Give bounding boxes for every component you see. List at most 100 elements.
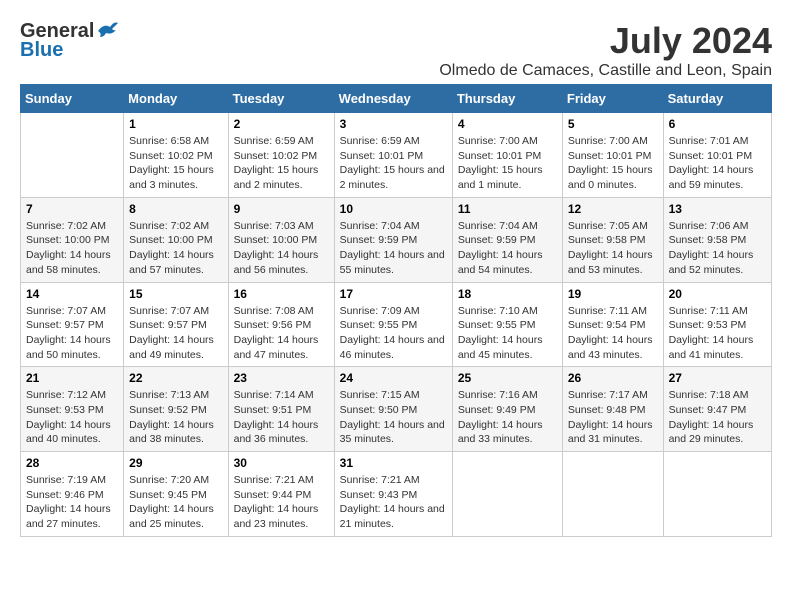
calendar-cell: 27 Sunrise: 7:18 AMSunset: 9:47 PMDaylig… — [663, 367, 771, 452]
calendar-cell: 7 Sunrise: 7:02 AMSunset: 10:00 PMDaylig… — [21, 197, 124, 282]
calendar-cell: 29 Sunrise: 7:20 AMSunset: 9:45 PMDaylig… — [124, 452, 228, 537]
day-number: 13 — [669, 202, 766, 216]
calendar-cell: 11 Sunrise: 7:04 AMSunset: 9:59 PMDaylig… — [452, 197, 562, 282]
calendar-cell: 18 Sunrise: 7:10 AMSunset: 9:55 PMDaylig… — [452, 282, 562, 367]
day-number: 9 — [234, 202, 329, 216]
cell-content: Sunrise: 7:07 AMSunset: 9:57 PMDaylight:… — [26, 304, 118, 363]
cell-content: Sunrise: 7:11 AMSunset: 9:53 PMDaylight:… — [669, 304, 766, 363]
calendar-cell: 24 Sunrise: 7:15 AMSunset: 9:50 PMDaylig… — [334, 367, 452, 452]
week-row-1: 7 Sunrise: 7:02 AMSunset: 10:00 PMDaylig… — [21, 197, 772, 282]
day-number: 30 — [234, 456, 329, 470]
day-number: 2 — [234, 117, 329, 131]
week-row-3: 21 Sunrise: 7:12 AMSunset: 9:53 PMDaylig… — [21, 367, 772, 452]
day-number: 16 — [234, 287, 329, 301]
cell-content: Sunrise: 7:00 AMSunset: 10:01 PMDaylight… — [458, 134, 557, 193]
calendar-cell: 20 Sunrise: 7:11 AMSunset: 9:53 PMDaylig… — [663, 282, 771, 367]
header-friday: Friday — [562, 85, 663, 113]
page-header: General Blue July 2024 Olmedo de Camaces… — [20, 20, 772, 80]
calendar-cell: 16 Sunrise: 7:08 AMSunset: 9:56 PMDaylig… — [228, 282, 334, 367]
cell-content: Sunrise: 7:15 AMSunset: 9:50 PMDaylight:… — [340, 388, 447, 447]
subtitle: Olmedo de Camaces, Castille and Leon, Sp… — [439, 62, 772, 80]
header-row: SundayMondayTuesdayWednesdayThursdayFrid… — [21, 85, 772, 113]
calendar-cell: 26 Sunrise: 7:17 AMSunset: 9:48 PMDaylig… — [562, 367, 663, 452]
day-number: 6 — [669, 117, 766, 131]
day-number: 8 — [129, 202, 222, 216]
day-number: 18 — [458, 287, 557, 301]
day-number: 15 — [129, 287, 222, 301]
cell-content: Sunrise: 7:20 AMSunset: 9:45 PMDaylight:… — [129, 473, 222, 532]
day-number: 29 — [129, 456, 222, 470]
cell-content: Sunrise: 7:01 AMSunset: 10:01 PMDaylight… — [669, 134, 766, 193]
cell-content: Sunrise: 7:17 AMSunset: 9:48 PMDaylight:… — [568, 388, 658, 447]
logo-bird-icon — [96, 21, 118, 39]
day-number: 22 — [129, 371, 222, 385]
day-number: 28 — [26, 456, 118, 470]
calendar-cell: 9 Sunrise: 7:03 AMSunset: 10:00 PMDaylig… — [228, 197, 334, 282]
cell-content: Sunrise: 7:16 AMSunset: 9:49 PMDaylight:… — [458, 388, 557, 447]
calendar-cell — [452, 452, 562, 537]
cell-content: Sunrise: 7:13 AMSunset: 9:52 PMDaylight:… — [129, 388, 222, 447]
calendar-cell: 21 Sunrise: 7:12 AMSunset: 9:53 PMDaylig… — [21, 367, 124, 452]
calendar-table: SundayMondayTuesdayWednesdayThursdayFrid… — [20, 84, 772, 537]
calendar-cell: 22 Sunrise: 7:13 AMSunset: 9:52 PMDaylig… — [124, 367, 228, 452]
calendar-cell: 23 Sunrise: 7:14 AMSunset: 9:51 PMDaylig… — [228, 367, 334, 452]
calendar-cell — [663, 452, 771, 537]
day-number: 31 — [340, 456, 447, 470]
header-thursday: Thursday — [452, 85, 562, 113]
calendar-cell: 1 Sunrise: 6:58 AMSunset: 10:02 PMDaylig… — [124, 113, 228, 198]
main-title: July 2024 — [439, 20, 772, 62]
cell-content: Sunrise: 7:18 AMSunset: 9:47 PMDaylight:… — [669, 388, 766, 447]
cell-content: Sunrise: 7:08 AMSunset: 9:56 PMDaylight:… — [234, 304, 329, 363]
day-number: 12 — [568, 202, 658, 216]
day-number: 23 — [234, 371, 329, 385]
day-number: 14 — [26, 287, 118, 301]
cell-content: Sunrise: 7:05 AMSunset: 9:58 PMDaylight:… — [568, 219, 658, 278]
cell-content: Sunrise: 6:59 AMSunset: 10:02 PMDaylight… — [234, 134, 329, 193]
cell-content: Sunrise: 7:00 AMSunset: 10:01 PMDaylight… — [568, 134, 658, 193]
calendar-cell: 15 Sunrise: 7:07 AMSunset: 9:57 PMDaylig… — [124, 282, 228, 367]
cell-content: Sunrise: 7:14 AMSunset: 9:51 PMDaylight:… — [234, 388, 329, 447]
calendar-cell: 2 Sunrise: 6:59 AMSunset: 10:02 PMDaylig… — [228, 113, 334, 198]
cell-content: Sunrise: 7:04 AMSunset: 9:59 PMDaylight:… — [458, 219, 557, 278]
cell-content: Sunrise: 6:59 AMSunset: 10:01 PMDaylight… — [340, 134, 447, 193]
header-sunday: Sunday — [21, 85, 124, 113]
calendar-cell: 3 Sunrise: 6:59 AMSunset: 10:01 PMDaylig… — [334, 113, 452, 198]
calendar-cell — [562, 452, 663, 537]
calendar-cell: 8 Sunrise: 7:02 AMSunset: 10:00 PMDaylig… — [124, 197, 228, 282]
cell-content: Sunrise: 6:58 AMSunset: 10:02 PMDaylight… — [129, 134, 222, 193]
day-number: 3 — [340, 117, 447, 131]
cell-content: Sunrise: 7:12 AMSunset: 9:53 PMDaylight:… — [26, 388, 118, 447]
logo: General Blue — [20, 20, 118, 62]
cell-content: Sunrise: 7:11 AMSunset: 9:54 PMDaylight:… — [568, 304, 658, 363]
day-number: 5 — [568, 117, 658, 131]
calendar-cell: 6 Sunrise: 7:01 AMSunset: 10:01 PMDaylig… — [663, 113, 771, 198]
day-number: 21 — [26, 371, 118, 385]
cell-content: Sunrise: 7:04 AMSunset: 9:59 PMDaylight:… — [340, 219, 447, 278]
cell-content: Sunrise: 7:03 AMSunset: 10:00 PMDaylight… — [234, 219, 329, 278]
calendar-cell — [21, 113, 124, 198]
calendar-cell: 28 Sunrise: 7:19 AMSunset: 9:46 PMDaylig… — [21, 452, 124, 537]
calendar-cell: 25 Sunrise: 7:16 AMSunset: 9:49 PMDaylig… — [452, 367, 562, 452]
cell-content: Sunrise: 7:21 AMSunset: 9:44 PMDaylight:… — [234, 473, 329, 532]
day-number: 11 — [458, 202, 557, 216]
day-number: 27 — [669, 371, 766, 385]
calendar-cell: 13 Sunrise: 7:06 AMSunset: 9:58 PMDaylig… — [663, 197, 771, 282]
week-row-2: 14 Sunrise: 7:07 AMSunset: 9:57 PMDaylig… — [21, 282, 772, 367]
day-number: 20 — [669, 287, 766, 301]
day-number: 7 — [26, 202, 118, 216]
cell-content: Sunrise: 7:19 AMSunset: 9:46 PMDaylight:… — [26, 473, 118, 532]
header-monday: Monday — [124, 85, 228, 113]
cell-content: Sunrise: 7:02 AMSunset: 10:00 PMDaylight… — [26, 219, 118, 278]
calendar-cell: 10 Sunrise: 7:04 AMSunset: 9:59 PMDaylig… — [334, 197, 452, 282]
week-row-0: 1 Sunrise: 6:58 AMSunset: 10:02 PMDaylig… — [21, 113, 772, 198]
day-number: 19 — [568, 287, 658, 301]
day-number: 24 — [340, 371, 447, 385]
header-saturday: Saturday — [663, 85, 771, 113]
day-number: 10 — [340, 202, 447, 216]
header-wednesday: Wednesday — [334, 85, 452, 113]
cell-content: Sunrise: 7:06 AMSunset: 9:58 PMDaylight:… — [669, 219, 766, 278]
day-number: 17 — [340, 287, 447, 301]
cell-content: Sunrise: 7:09 AMSunset: 9:55 PMDaylight:… — [340, 304, 447, 363]
cell-content: Sunrise: 7:21 AMSunset: 9:43 PMDaylight:… — [340, 473, 447, 532]
calendar-cell: 12 Sunrise: 7:05 AMSunset: 9:58 PMDaylig… — [562, 197, 663, 282]
